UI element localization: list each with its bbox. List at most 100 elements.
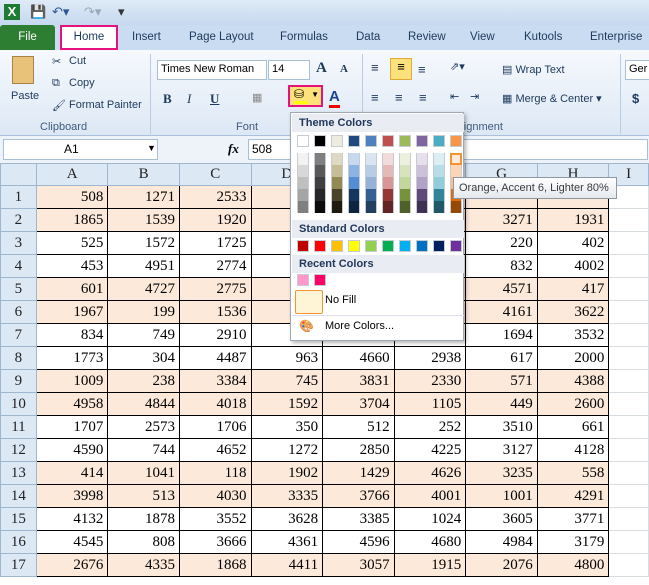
row-header[interactable]: 12 bbox=[0, 438, 37, 462]
cell-I15[interactable] bbox=[608, 507, 649, 531]
cell-D9[interactable]: 745 bbox=[250, 369, 324, 393]
cell-E9[interactable]: 3831 bbox=[322, 369, 395, 393]
cell-D8[interactable]: 963 bbox=[250, 346, 324, 370]
row-header[interactable]: 11 bbox=[0, 415, 37, 439]
orientation-button[interactable]: ⇗▾ bbox=[450, 60, 465, 73]
font-size-select[interactable]: 14 bbox=[268, 60, 310, 80]
cell-F16[interactable]: 4680 bbox=[393, 530, 467, 554]
currency-button[interactable]: $ bbox=[632, 91, 639, 106]
row-header[interactable]: 4 bbox=[0, 254, 37, 278]
cell-E11[interactable]: 512 bbox=[322, 415, 395, 439]
cell-E12[interactable]: 2850 bbox=[322, 438, 395, 462]
theme-shade-swatch[interactable] bbox=[297, 177, 309, 189]
cell-I6[interactable] bbox=[608, 300, 649, 324]
align-right-button[interactable]: ≡ bbox=[419, 90, 427, 105]
theme-shade-swatch[interactable] bbox=[416, 165, 428, 177]
select-all-corner[interactable] bbox=[0, 163, 37, 186]
bold-button[interactable]: B bbox=[163, 91, 172, 107]
column-header-A[interactable]: A bbox=[35, 163, 109, 186]
cell-E13[interactable]: 1429 bbox=[322, 461, 395, 485]
theme-shade-swatch[interactable] bbox=[416, 189, 428, 201]
cell-H10[interactable]: 2600 bbox=[536, 392, 610, 416]
theme-shade-swatch[interactable] bbox=[365, 177, 377, 189]
theme-shade-swatch[interactable] bbox=[382, 189, 394, 201]
row-header[interactable]: 8 bbox=[0, 346, 37, 370]
standard-color-swatch[interactable] bbox=[399, 240, 411, 252]
cell-G3[interactable]: 220 bbox=[465, 231, 538, 255]
tab-insert[interactable]: Insert bbox=[132, 25, 161, 50]
tab-view[interactable]: View bbox=[470, 25, 495, 50]
cell-I9[interactable] bbox=[608, 369, 649, 393]
standard-color-swatch[interactable] bbox=[297, 240, 309, 252]
theme-shade-swatch[interactable] bbox=[314, 177, 326, 189]
theme-shade-swatch[interactable] bbox=[331, 165, 343, 177]
cell-H7[interactable]: 3532 bbox=[536, 323, 610, 347]
cell-G9[interactable]: 571 bbox=[465, 369, 538, 393]
cell-B6[interactable]: 199 bbox=[107, 300, 180, 324]
cell-C17[interactable]: 1868 bbox=[178, 553, 252, 577]
theme-shade-swatch[interactable] bbox=[297, 201, 309, 213]
theme-shade-swatch[interactable] bbox=[297, 189, 309, 201]
theme-shade-swatch[interactable] bbox=[365, 201, 377, 213]
cell-A10[interactable]: 4958 bbox=[35, 392, 109, 416]
theme-shade-swatch[interactable] bbox=[314, 189, 326, 201]
cell-B12[interactable]: 744 bbox=[107, 438, 180, 462]
cell-A4[interactable]: 453 bbox=[35, 254, 109, 278]
theme-shade-swatch[interactable] bbox=[433, 165, 445, 177]
cell-A3[interactable]: 525 bbox=[35, 231, 109, 255]
cell-B17[interactable]: 4335 bbox=[107, 553, 180, 577]
theme-shade-swatch[interactable] bbox=[382, 165, 394, 177]
cell-G15[interactable]: 3605 bbox=[465, 507, 538, 531]
customize-icon[interactable]: ▾ bbox=[118, 4, 125, 20]
cell-D10[interactable]: 1592 bbox=[250, 392, 324, 416]
cell-C13[interactable]: 118 bbox=[178, 461, 252, 485]
no-fill-option[interactable]: No Fill bbox=[325, 294, 356, 306]
row-header[interactable]: 2 bbox=[0, 208, 37, 232]
standard-color-swatch[interactable] bbox=[433, 240, 445, 252]
theme-shade-swatch[interactable] bbox=[416, 153, 428, 165]
standard-color-swatch[interactable] bbox=[450, 240, 462, 252]
standard-color-swatch[interactable] bbox=[416, 240, 428, 252]
increase-indent-button[interactable]: ⇥ bbox=[470, 90, 479, 103]
theme-shade-swatch[interactable] bbox=[433, 201, 445, 213]
theme-shade-swatch[interactable] bbox=[331, 201, 343, 213]
cell-C7[interactable]: 2910 bbox=[178, 323, 252, 347]
cell-B16[interactable]: 808 bbox=[107, 530, 180, 554]
cell-G8[interactable]: 617 bbox=[465, 346, 538, 370]
cell-I8[interactable] bbox=[608, 346, 649, 370]
cell-D13[interactable]: 1902 bbox=[250, 461, 324, 485]
theme-shade-swatch[interactable] bbox=[399, 153, 411, 165]
cell-B10[interactable]: 4844 bbox=[107, 392, 180, 416]
theme-shade-swatch[interactable] bbox=[331, 177, 343, 189]
cell-G2[interactable]: 3271 bbox=[465, 208, 538, 232]
theme-shade-swatch[interactable] bbox=[348, 165, 360, 177]
cell-C6[interactable]: 1536 bbox=[178, 300, 252, 324]
cell-I7[interactable] bbox=[608, 323, 649, 347]
standard-color-swatch[interactable] bbox=[365, 240, 377, 252]
italic-button[interactable]: I bbox=[187, 91, 191, 107]
cell-C8[interactable]: 4487 bbox=[178, 346, 252, 370]
cell-G10[interactable]: 449 bbox=[465, 392, 538, 416]
cell-E10[interactable]: 3704 bbox=[322, 392, 395, 416]
cell-F9[interactable]: 2330 bbox=[393, 369, 467, 393]
cell-B11[interactable]: 2573 bbox=[107, 415, 180, 439]
cell-H8[interactable]: 2000 bbox=[536, 346, 610, 370]
row-header[interactable]: 10 bbox=[0, 392, 37, 416]
cell-E15[interactable]: 3385 bbox=[322, 507, 395, 531]
undo-icon[interactable]: ↶▾ bbox=[52, 4, 69, 20]
cell-G17[interactable]: 2076 bbox=[465, 553, 538, 577]
cell-I13[interactable] bbox=[608, 461, 649, 485]
cell-F13[interactable]: 4626 bbox=[393, 461, 467, 485]
row-header[interactable]: 3 bbox=[0, 231, 37, 255]
theme-shade-swatch[interactable] bbox=[382, 201, 394, 213]
cell-D12[interactable]: 1272 bbox=[250, 438, 324, 462]
cell-E17[interactable]: 3057 bbox=[322, 553, 395, 577]
cell-I11[interactable] bbox=[608, 415, 649, 439]
theme-color-swatch[interactable] bbox=[433, 135, 445, 147]
cell-I16[interactable] bbox=[608, 530, 649, 554]
theme-color-swatch[interactable] bbox=[348, 135, 360, 147]
cell-A12[interactable]: 4590 bbox=[35, 438, 109, 462]
theme-shade-swatch[interactable] bbox=[450, 201, 462, 213]
cell-F11[interactable]: 252 bbox=[393, 415, 467, 439]
standard-color-swatch[interactable] bbox=[382, 240, 394, 252]
